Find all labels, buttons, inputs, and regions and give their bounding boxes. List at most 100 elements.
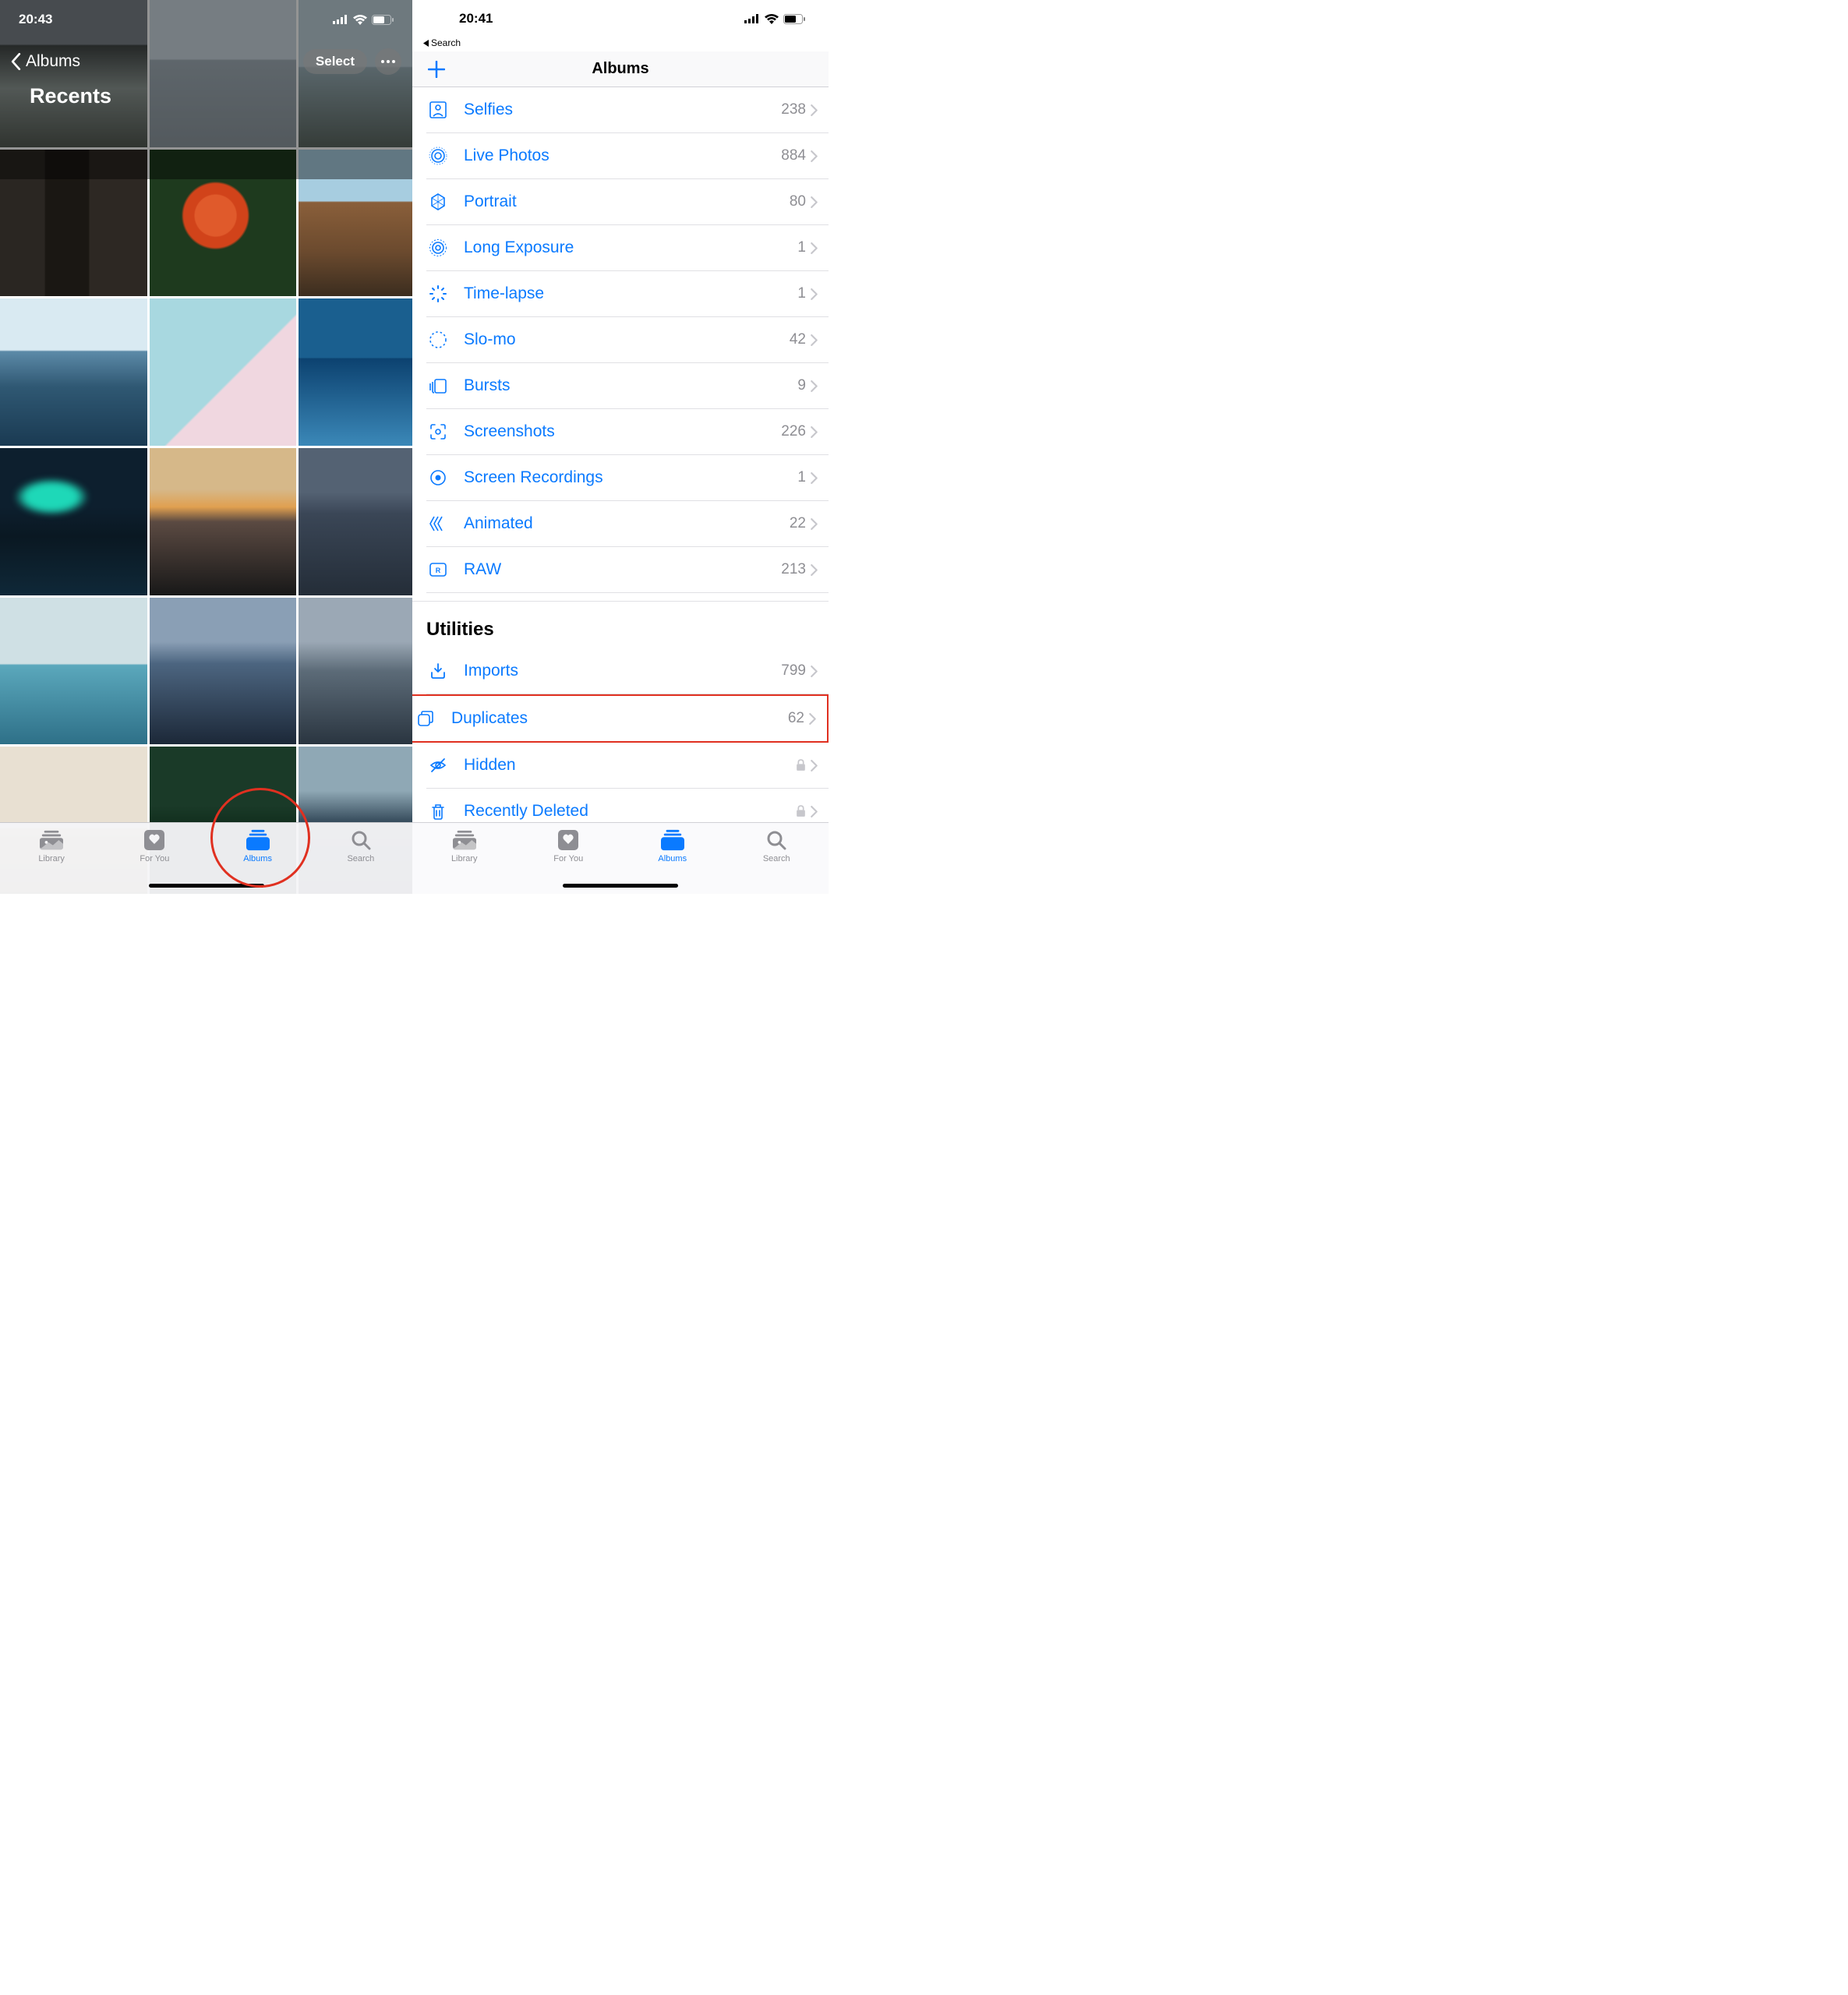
tab-search[interactable]: Search (725, 829, 829, 863)
battery-icon (783, 14, 805, 24)
selfies-icon (426, 98, 450, 122)
chevron-right-icon (811, 806, 818, 817)
album-row-long-exposure[interactable]: Long Exposure1 (426, 225, 829, 271)
photo-thumbnail[interactable] (0, 448, 147, 595)
left-screenshot: 20:43 Albums Select Recents (0, 0, 412, 894)
chevron-right-icon (811, 288, 818, 300)
tab-label: Albums (243, 854, 272, 863)
tab-label: Albums (658, 854, 687, 863)
bursts-icon (426, 374, 450, 397)
photo-thumbnail[interactable] (299, 150, 412, 297)
photo-thumbnail[interactable] (150, 598, 297, 745)
album-row-portrait[interactable]: Portrait80 (426, 179, 829, 225)
photo-thumbnail[interactable] (299, 298, 412, 446)
status-icons (744, 14, 805, 24)
photo-thumbnail[interactable] (0, 150, 147, 297)
chevron-right-icon (811, 472, 818, 484)
ellipsis-icon (381, 60, 395, 63)
album-row-recently-deleted[interactable]: Recently Deleted (426, 789, 829, 822)
photo-thumbnail[interactable] (299, 598, 412, 745)
album-row-slo-mo[interactable]: Slo-mo42 (426, 317, 829, 363)
lock-icon (796, 759, 806, 772)
hidden-icon (426, 754, 450, 777)
photo-thumbnail[interactable] (150, 150, 297, 297)
breadcrumb-label: Search (431, 37, 461, 48)
screenshots-icon (426, 420, 450, 443)
chevron-right-icon (811, 760, 818, 772)
chevron-right-icon (811, 150, 818, 162)
tab-label: Search (347, 854, 374, 863)
chevron-right-icon (811, 564, 818, 576)
row-label: Bursts (464, 376, 797, 395)
raw-icon: R (426, 558, 450, 581)
photo-thumbnail[interactable] (299, 448, 412, 595)
chevron-right-icon (811, 426, 818, 438)
tab-search[interactable]: Search (309, 829, 412, 863)
chevron-right-icon (809, 713, 816, 725)
chevron-right-icon (811, 518, 818, 530)
library-icon (40, 830, 63, 850)
title-bar: Albums (412, 51, 829, 87)
cellular-icon (333, 15, 348, 24)
row-count: 9 (797, 377, 806, 394)
row-label: Time-lapse (464, 284, 797, 303)
wifi-icon (353, 15, 367, 25)
timelapse-icon (426, 282, 450, 305)
photo-grid (0, 0, 412, 894)
tab-albums[interactable]: Albums (207, 829, 309, 863)
row-label: Slo-mo (464, 330, 790, 349)
tab-library[interactable]: Library (412, 829, 517, 863)
album-list[interactable]: Selfies238Live Photos884Portrait80Long E… (412, 87, 829, 822)
back-label: Albums (26, 52, 80, 71)
album-row-hidden[interactable]: Hidden (426, 743, 829, 789)
tab-for-you[interactable]: For You (103, 829, 206, 863)
album-row-live-photos[interactable]: Live Photos884 (426, 133, 829, 179)
row-count: 80 (790, 193, 806, 210)
status-bar: 20:41 (412, 0, 829, 37)
animated-icon (426, 512, 450, 535)
tab-albums[interactable]: Albums (620, 829, 725, 863)
wifi-icon (765, 14, 779, 24)
album-row-time-lapse[interactable]: Time-lapse1 (426, 271, 829, 317)
more-button[interactable] (375, 48, 401, 75)
album-row-bursts[interactable]: Bursts9 (426, 363, 829, 409)
search-icon (351, 830, 371, 850)
imports-icon (426, 659, 450, 683)
album-row-screenshots[interactable]: Screenshots226 (426, 409, 829, 455)
row-count: 62 (788, 710, 804, 727)
chevron-right-icon (811, 196, 818, 208)
tab-library[interactable]: Library (0, 829, 103, 863)
caret-left-icon (423, 40, 429, 47)
row-label: Duplicates (451, 709, 788, 728)
tab-label: For You (553, 854, 583, 863)
album-row-animated[interactable]: Animated22 (426, 501, 829, 547)
album-row-screen-recordings[interactable]: Screen Recordings1 (426, 455, 829, 501)
photo-thumbnail[interactable] (150, 448, 297, 595)
album-row-imports[interactable]: Imports799 (426, 648, 829, 694)
chevron-right-icon (811, 334, 818, 346)
row-count: 799 (781, 662, 806, 680)
chevron-left-icon (11, 53, 21, 70)
photo-thumbnail[interactable] (0, 298, 147, 446)
album-row-selfies[interactable]: Selfies238 (426, 87, 829, 133)
albums-icon (246, 829, 270, 851)
row-count: 22 (790, 515, 806, 532)
album-row-raw[interactable]: RRAW213 (426, 547, 829, 593)
chevron-right-icon (811, 666, 818, 677)
select-button[interactable]: Select (303, 49, 367, 74)
add-button[interactable] (412, 61, 459, 78)
row-label: RAW (464, 560, 781, 579)
home-indicator[interactable] (563, 884, 678, 888)
breadcrumb-back[interactable]: Search (412, 37, 829, 51)
tab-label: For You (140, 854, 169, 863)
home-indicator[interactable] (149, 884, 264, 888)
photo-thumbnail[interactable] (0, 598, 147, 745)
nav-bar: Albums Select (0, 48, 412, 75)
back-button[interactable]: Albums (11, 52, 80, 71)
tab-label: Library (38, 854, 65, 863)
status-time: 20:43 (19, 12, 52, 27)
tab-for-you[interactable]: For You (517, 829, 621, 863)
album-row-duplicates[interactable]: Duplicates62 (412, 694, 829, 743)
photo-thumbnail[interactable] (150, 298, 297, 446)
chevron-right-icon (811, 104, 818, 116)
